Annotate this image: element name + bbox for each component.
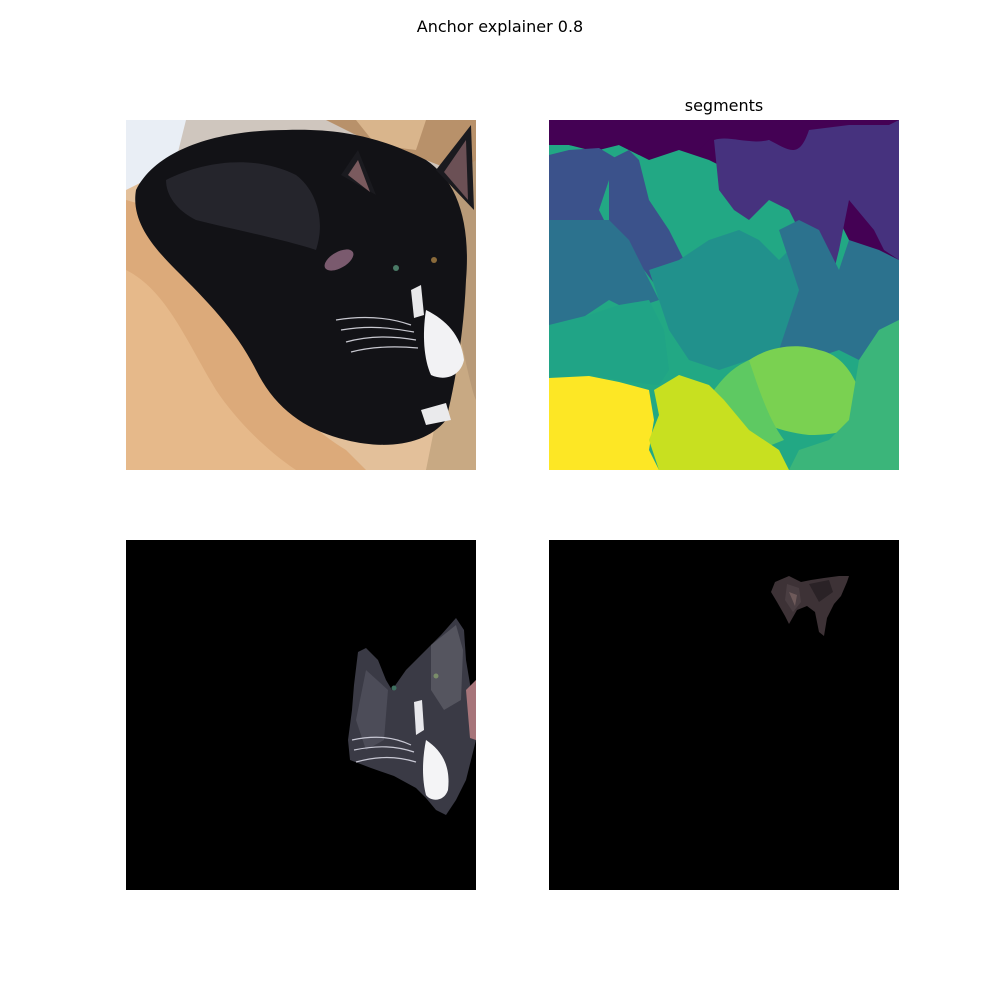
original-cat-image: [126, 120, 476, 470]
anchor-mask-panel-1: [126, 540, 476, 890]
anchor-mask-image-2: [549, 540, 899, 890]
figure-title: Anchor explainer 0.8: [416, 17, 584, 36]
anchor-mask-image-1: [126, 540, 476, 890]
segments-image: [549, 120, 899, 470]
segments-title: segments: [684, 96, 764, 115]
segments-panel: [549, 120, 899, 470]
original-image-panel: [126, 120, 476, 470]
anchor-mask-panel-2: [549, 540, 899, 890]
